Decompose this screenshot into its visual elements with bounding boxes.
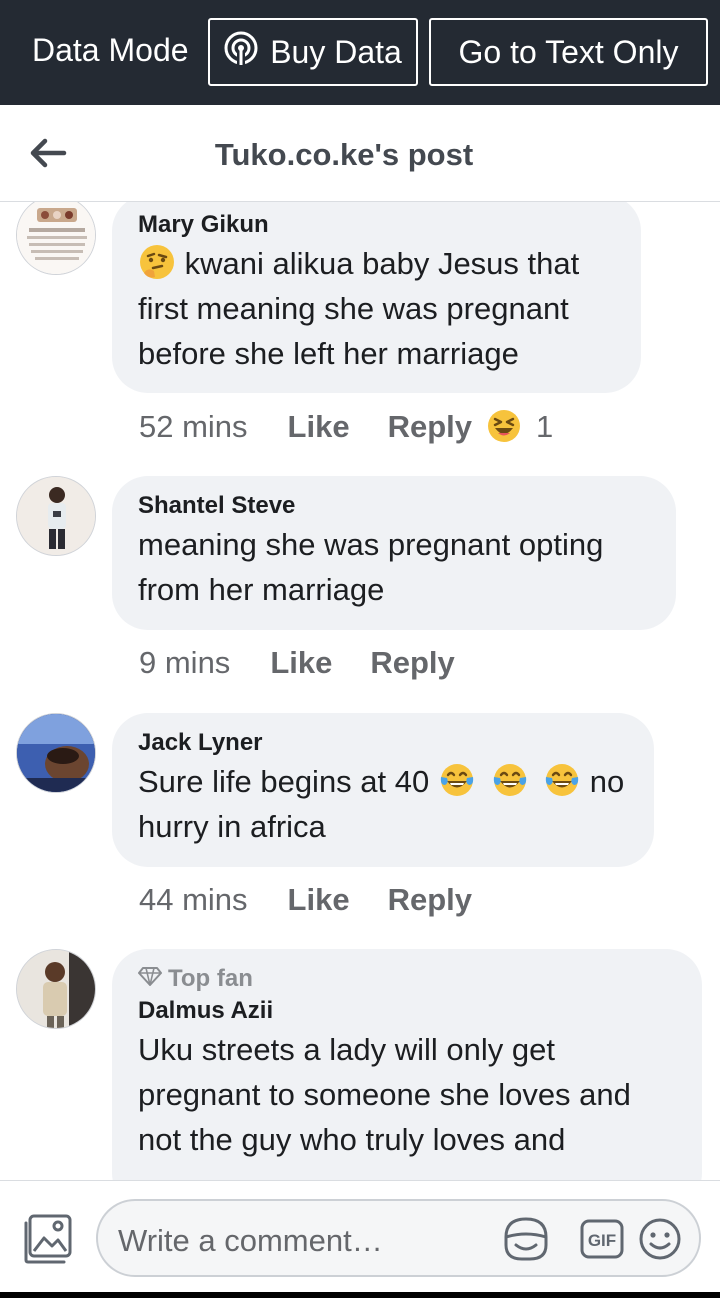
- comment-input[interactable]: Write a comment… GIF: [96, 1199, 701, 1277]
- photo-button[interactable]: [22, 1213, 74, 1265]
- sticker-button[interactable]: [500, 1215, 552, 1263]
- go-to-text-only-label: Go to Text Only: [458, 33, 679, 70]
- comment-actions: 9 mins Like Reply: [139, 645, 493, 681]
- comment-author[interactable]: Mary Gikun: [138, 209, 615, 241]
- tears-of-joy-icon: [537, 764, 590, 799]
- data-mode-bar: Data Mode Buy Data Go to Text Only: [0, 0, 720, 105]
- like-button[interactable]: Like: [270, 645, 332, 681]
- tears-of-joy-icon: [485, 764, 538, 799]
- sticker-icon: [500, 1217, 552, 1267]
- reply-button[interactable]: Reply: [370, 645, 454, 681]
- data-mode-label: Data Mode: [32, 32, 189, 68]
- emoji-button[interactable]: [638, 1217, 682, 1261]
- like-button[interactable]: Like: [288, 409, 350, 445]
- diamond-icon: [138, 963, 168, 995]
- comment-bubble: Shantel Steve meaning she was pregnant o…: [112, 476, 676, 630]
- comment-author[interactable]: Shantel Steve: [138, 490, 650, 522]
- comment-time[interactable]: 44 mins: [139, 882, 248, 918]
- signal-broadcast-icon: [224, 31, 270, 73]
- comment-bubble: Jack Lyner Sure life begins at 40 no hur…: [112, 713, 654, 867]
- avatar[interactable]: [16, 949, 96, 1029]
- avatar[interactable]: [16, 476, 96, 556]
- screen-bottom-edge: [0, 1292, 720, 1298]
- comment-author[interactable]: Dalmus Azii: [138, 995, 676, 1027]
- comment-bubble: Mary Gikun kwani alikua baby Jesus that …: [112, 202, 641, 393]
- comment-placeholder: Write a comment…: [118, 1223, 383, 1258]
- avatar[interactable]: [16, 713, 96, 793]
- comment-time[interactable]: 52 mins: [139, 409, 248, 445]
- buy-data-label: Buy Data: [270, 33, 402, 70]
- comment-text: Uku streets a lady will only get pregnan…: [138, 1032, 631, 1157]
- comment-text: Sure life begins at 40 no hurry in afric…: [138, 764, 625, 844]
- comment-composer: Write a comment… GIF: [0, 1180, 720, 1298]
- avatar[interactable]: [16, 202, 96, 275]
- comment-time[interactable]: 9 mins: [139, 645, 230, 681]
- post-header: Tuko.co.ke's post: [0, 105, 720, 202]
- reply-button[interactable]: Reply: [388, 409, 472, 445]
- tears-of-joy-icon: [429, 764, 484, 799]
- gif-icon: GIF: [580, 1219, 624, 1263]
- reply-button[interactable]: Reply: [388, 882, 472, 918]
- buy-data-button[interactable]: Buy Data: [208, 18, 418, 86]
- svg-text:GIF: GIF: [588, 1231, 616, 1250]
- thinking-face-icon: [138, 245, 185, 281]
- comment-text: kwani alikua baby Jesus that first meani…: [138, 245, 580, 371]
- top-fan-badge: Top fan: [138, 963, 676, 995]
- comment-text: meaning she was pregnant opting from her…: [138, 527, 604, 607]
- go-to-text-only-button[interactable]: Go to Text Only: [429, 18, 708, 86]
- reaction-count[interactable]: 1: [536, 409, 553, 445]
- like-button[interactable]: Like: [288, 882, 350, 918]
- page-title: Tuko.co.ke's post: [214, 137, 474, 172]
- smiley-icon: [638, 1218, 682, 1265]
- comment-bubble: Top fan Dalmus Azii Uku streets a lady w…: [112, 949, 702, 1180]
- comment-actions: 44 mins Like Reply: [139, 882, 510, 918]
- haha-reaction-icon[interactable]: [486, 408, 522, 446]
- photo-icon: [22, 1214, 74, 1269]
- comment-author[interactable]: Jack Lyner: [138, 727, 628, 759]
- gif-button[interactable]: GIF: [580, 1219, 624, 1259]
- comments-list: Mary Gikun kwani alikua baby Jesus that …: [0, 202, 720, 1180]
- comment-actions: 52 mins Like Reply 1: [139, 408, 553, 446]
